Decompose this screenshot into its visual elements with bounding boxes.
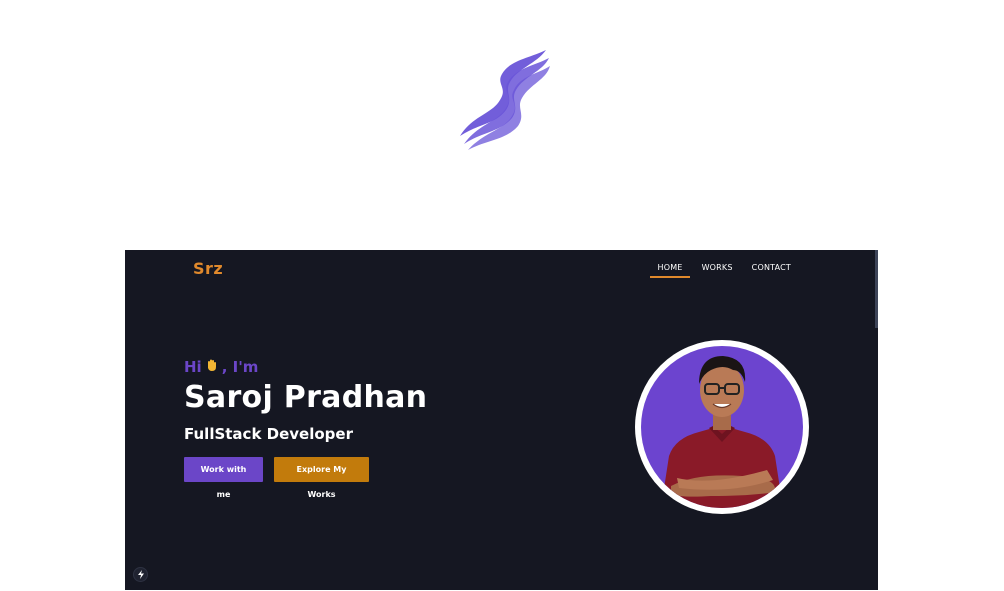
lightning-bolt-icon[interactable] — [133, 567, 148, 582]
page: Srz HOME WORKS CONTACT Hi , I'm Saroj Pr… — [0, 0, 1004, 591]
explore-works-button[interactable]: Explore My Works — [274, 457, 369, 499]
hero-section: Hi , I'm Saroj Pradhan FullStack Develop… — [184, 358, 428, 499]
work-with-me-button[interactable]: Work with me — [184, 457, 263, 499]
hero-role: FullStack Developer — [184, 425, 353, 443]
scrollbar[interactable] — [875, 250, 878, 328]
avatar — [641, 346, 803, 508]
nav-home[interactable]: HOME — [650, 263, 690, 278]
greeting-suffix: , I'm — [221, 358, 259, 376]
wave-s-logo-icon — [460, 50, 550, 150]
greeting: Hi , I'm — [184, 358, 427, 376]
main-nav: HOME WORKS CONTACT — [645, 263, 798, 278]
hero-name: Saroj Pradhan — [184, 380, 428, 415]
nav-works[interactable]: WORKS — [695, 263, 740, 276]
site-logo[interactable]: Srz — [193, 259, 223, 278]
portfolio-site: Srz HOME WORKS CONTACT Hi , I'm Saroj Pr… — [125, 250, 878, 590]
nav-contact[interactable]: CONTACT — [745, 263, 798, 276]
greeting-prefix: Hi — [184, 358, 202, 376]
profile-photo-icon — [661, 356, 783, 508]
avatar-ring — [635, 340, 809, 514]
waving-hand-icon — [205, 358, 219, 376]
hero-buttons: Work with me Explore My Works — [184, 457, 427, 499]
